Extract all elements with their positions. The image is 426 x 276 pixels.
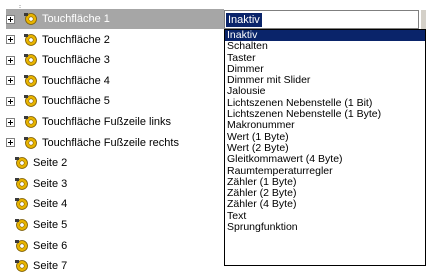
gear-icon (14, 177, 30, 191)
tree-item[interactable]: Touchfläche Fußzeile rechts (6, 133, 179, 153)
expand-icon[interactable] (6, 138, 15, 148)
tree-item-label: Touchfläche Fußzeile rechts (42, 136, 179, 149)
tree-item[interactable]: Seite 7 (14, 256, 67, 276)
tree-item[interactable]: Touchfläche 4 (6, 71, 110, 91)
gear-icon (23, 115, 39, 129)
tree-item[interactable]: Seite 5 (14, 215, 67, 235)
combo-selected-value: Inaktiv (226, 13, 262, 27)
tree-item-label: Touchfläche 2 (42, 33, 110, 46)
gear-icon (23, 33, 39, 47)
tree-item-label: Seite 7 (33, 260, 68, 273)
function-combobox[interactable]: Inaktiv (224, 10, 419, 29)
expand-icon[interactable] (6, 76, 15, 86)
tree-item-label: Touchfläche Fußzeile links (42, 116, 172, 128)
expand-icon[interactable] (6, 14, 15, 24)
gear-icon (23, 136, 39, 150)
tree-item[interactable]: Seite 2 (14, 153, 67, 173)
tree-item-label: Touchfläche 1 (42, 13, 110, 25)
tree-item-label: Seite 3 (33, 177, 68, 190)
tree-item[interactable]: Touchfläche 2 (6, 30, 110, 50)
expand-icon[interactable] (6, 117, 15, 127)
tree-item[interactable]: Seite 6 (14, 236, 67, 256)
tree-item[interactable]: Seite 3 (14, 174, 67, 194)
tree-item[interactable]: Touchfläche Fußzeile links (6, 112, 171, 132)
gear-icon (14, 218, 30, 232)
tree-top-connector (18, 0, 58, 9)
combo-dropdown-button[interactable] (420, 10, 426, 29)
expand-icon[interactable] (6, 96, 15, 106)
gear-icon (23, 12, 39, 26)
expand-icon[interactable] (6, 35, 15, 45)
dropdown-option[interactable]: Zähler (4 Byte) (225, 199, 425, 211)
expand-icon[interactable] (6, 55, 15, 65)
gear-icon (14, 259, 30, 273)
tree-item-label: Seite 4 (33, 198, 68, 211)
gear-icon (23, 53, 39, 67)
tree-item[interactable]: Touchfläche 5 (6, 91, 110, 111)
tree-item-label: Touchfläche 3 (42, 54, 110, 67)
dropdown-option[interactable]: Makronummer (225, 120, 425, 132)
function-dropdown-list[interactable]: Inaktiv Schalten Taster Dimmer Dimmer mit Sl… (224, 29, 426, 266)
dropdown-option[interactable]: Gleitkommawert (4 Byte) (225, 153, 425, 165)
tree-item-label: Seite 5 (33, 219, 68, 231)
gear-icon (23, 94, 39, 108)
gear-icon (23, 74, 39, 88)
tree-item[interactable]: Touchfläche 1 (6, 9, 224, 29)
gear-icon (14, 197, 30, 211)
object-tree: Touchfläche 1 Touchfläche 2 Touchfläche 3 T… (0, 0, 224, 272)
gear-icon (14, 239, 30, 253)
tree-item-label: Seite 2 (33, 157, 68, 170)
dropdown-option[interactable]: Schalten (225, 40, 425, 52)
tree-item-label: Touchfläche 5 (42, 95, 110, 108)
tree-item-label: Touchfläche 4 (42, 74, 110, 87)
tree-item[interactable]: Seite 4 (14, 194, 67, 214)
dropdown-option[interactable]: Sprungfunktion (225, 221, 425, 233)
tree-item[interactable]: Touchfläche 3 (6, 50, 110, 70)
tree-item-label: Seite 6 (33, 239, 68, 252)
gear-icon (14, 156, 30, 170)
